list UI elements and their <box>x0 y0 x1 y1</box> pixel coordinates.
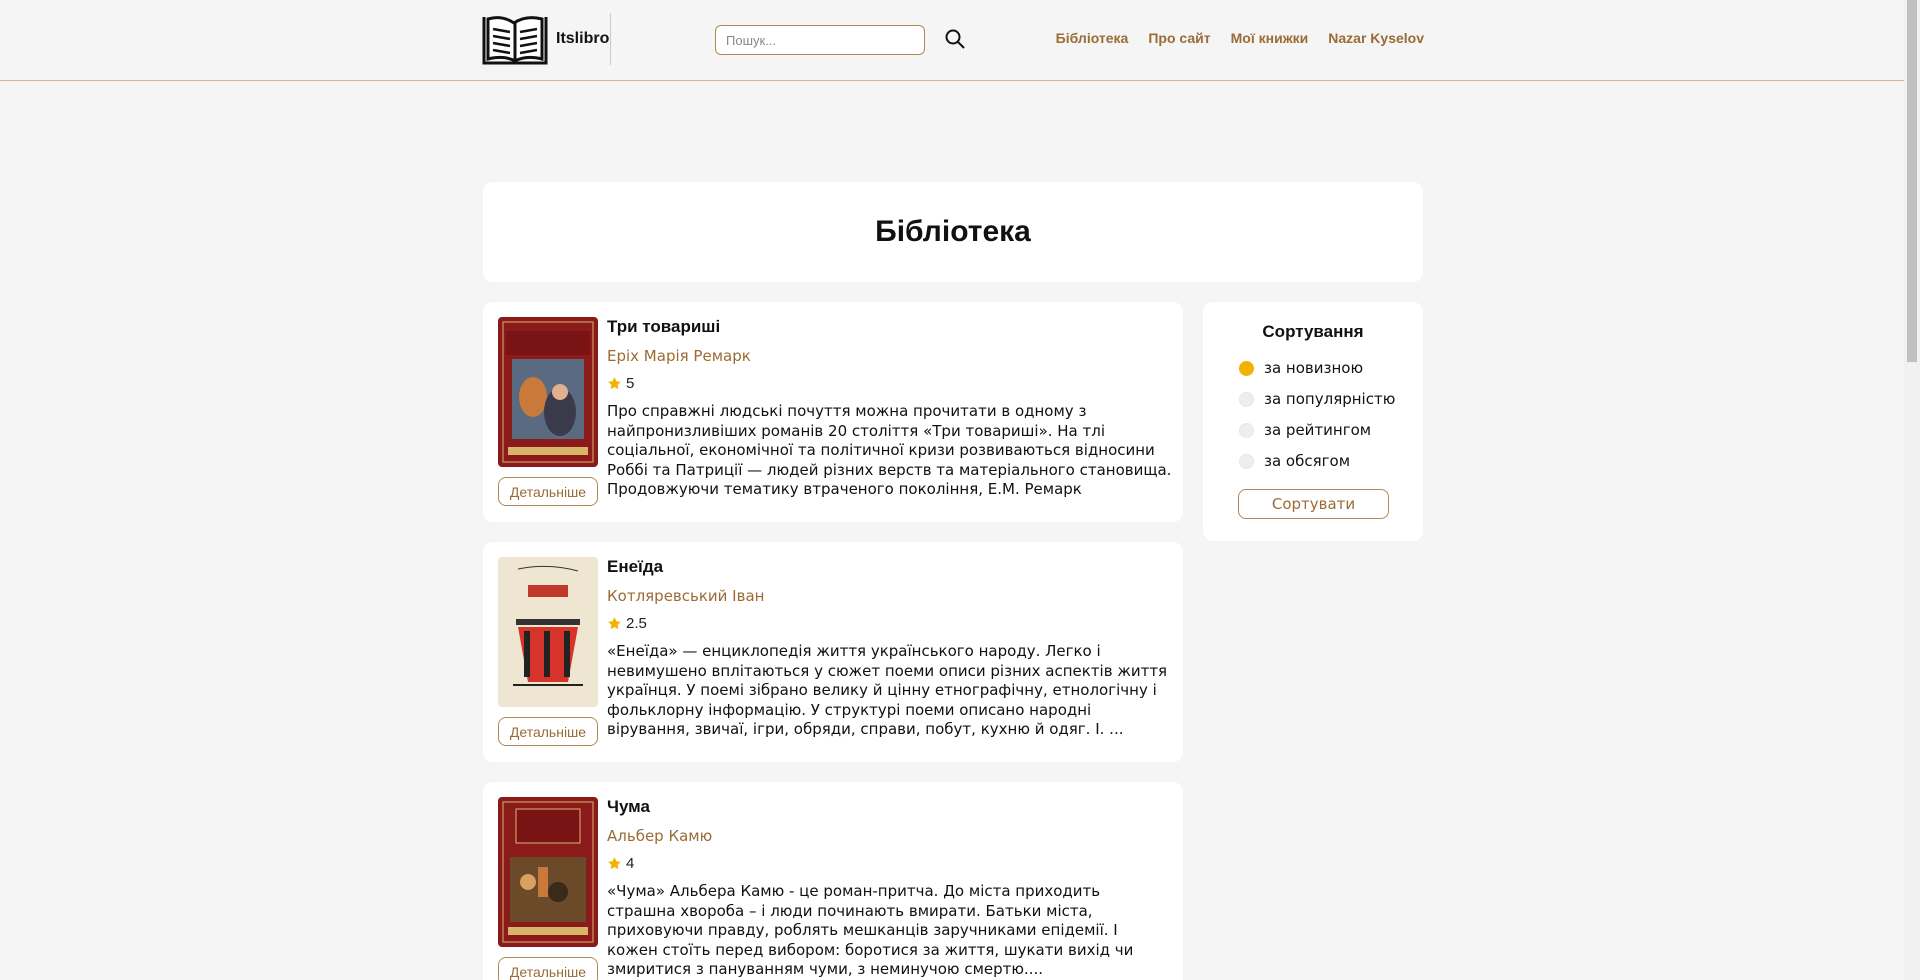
main-nav: Бібліотека Про сайт Мої книжки Nazar Kys… <box>1056 30 1424 46</box>
search-button[interactable] <box>942 27 968 53</box>
sort-option-rating[interactable]: за рейтингом <box>1239 421 1371 439</box>
book-title[interactable]: Три товариші <box>607 317 720 337</box>
book-rating: 4 <box>607 855 634 872</box>
book-cover-image <box>498 557 598 707</box>
rating-value: 2.5 <box>626 615 647 632</box>
book-cover[interactable] <box>498 797 598 947</box>
sort-option-label: за обсягом <box>1264 452 1351 470</box>
rating-value: 5 <box>626 375 635 392</box>
page-title: Бібліотека <box>875 215 1031 248</box>
sort-option-label: за рейтингом <box>1264 421 1372 439</box>
book-title[interactable]: Енеїда <box>607 557 663 577</box>
details-button[interactable]: Детальніше <box>498 477 598 506</box>
star-icon <box>608 617 621 630</box>
sort-option-label: за популярністю <box>1264 390 1396 408</box>
page-scrollbar[interactable] <box>1904 0 1920 980</box>
book-card: Детальніше Чума Альбер Камю 4 «Чума» Аль… <box>483 782 1183 980</box>
star-icon <box>608 377 621 390</box>
page-title-card: Бібліотека <box>483 182 1423 282</box>
nav-my-books[interactable]: Мої книжки <box>1231 30 1309 46</box>
radio-button[interactable] <box>1239 422 1254 438</box>
nav-user-profile[interactable]: Nazar Kyselov <box>1328 30 1424 46</box>
book-title[interactable]: Чума <box>607 797 650 817</box>
book-rating: 2.5 <box>607 615 647 632</box>
book-description: Про справжні людські почуття можна прочи… <box>607 402 1172 500</box>
rating-value: 4 <box>626 855 635 872</box>
book-description: «Чума» Альбера Камю - це роман-притча. Д… <box>607 882 1134 978</box>
star-icon <box>608 857 621 870</box>
book-card: Детальніше Енеїда Котляревський Іван 2.5… <box>483 542 1183 762</box>
book-rating: 5 <box>607 375 634 392</box>
book-author[interactable]: Еріх Марія Ремарк <box>607 347 751 365</box>
sort-option-volume[interactable]: за обсягом <box>1239 452 1350 470</box>
book-cover[interactable] <box>498 317 598 467</box>
book-cover[interactable] <box>498 557 598 707</box>
header-inner: Itslibro Бібліотека Про сайт Мої книжки … <box>482 0 1424 80</box>
nav-library[interactable]: Бібліотека <box>1056 30 1129 46</box>
logo-text: Itslibro <box>556 30 610 47</box>
site-logo[interactable]: Itslibro <box>482 13 611 65</box>
book-author[interactable]: Альбер Камю <box>607 827 712 845</box>
sort-panel: Сортування за новизною за популярністю з… <box>1203 302 1423 541</box>
search-icon <box>945 29 965 49</box>
sort-title: Сортування <box>1262 322 1364 341</box>
radio-button[interactable] <box>1239 360 1254 376</box>
book-cover-image <box>498 317 598 467</box>
radio-button[interactable] <box>1239 391 1254 407</box>
sort-button[interactable]: Сортувати <box>1238 489 1389 519</box>
details-button[interactable]: Детальніше <box>498 957 598 980</box>
book-cover-image <box>498 797 598 947</box>
book-card: Детальніше Три товариші Еріх Марія Ремар… <box>483 302 1183 522</box>
radio-button[interactable] <box>1239 453 1254 469</box>
book-author[interactable]: Котляревський Іван <box>607 587 764 605</box>
open-book-icon <box>482 16 548 65</box>
sort-option-label: за новизною <box>1264 359 1364 377</box>
search-input[interactable] <box>715 25 925 55</box>
nav-about[interactable]: Про сайт <box>1148 30 1210 46</box>
scrollbar-thumb[interactable] <box>1907 0 1917 362</box>
sort-option-popularity[interactable]: за популярністю <box>1239 390 1395 408</box>
details-button[interactable]: Детальніше <box>498 717 598 746</box>
book-description: «Енеїда» — енциклопедія життя українсько… <box>607 642 1168 738</box>
sort-option-newest[interactable]: за новизною <box>1239 359 1363 377</box>
site-header: Itslibro Бібліотека Про сайт Мої книжки … <box>0 0 1904 81</box>
